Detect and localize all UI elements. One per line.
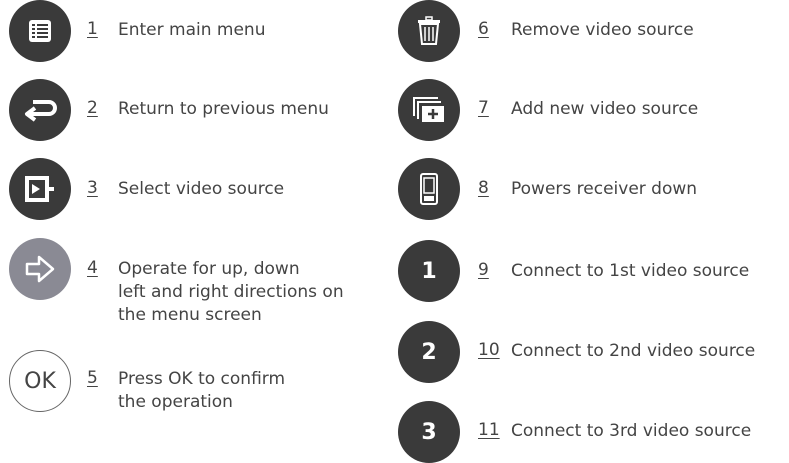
source-select-icon (9, 158, 71, 220)
legend-number-9: 9 (478, 260, 489, 280)
return-arrow-icon (9, 79, 71, 141)
source-1-glyph: 1 (421, 258, 437, 284)
legend-number-4: 4 (87, 258, 98, 278)
legend-label-9: Connect to 1st video source (511, 261, 750, 281)
receiver-power-icon (398, 158, 460, 220)
legend-label-4-line3: the menu screen (118, 305, 262, 325)
source-3-glyph: 3 (421, 419, 437, 445)
legend-label-1: Enter main menu (118, 20, 266, 40)
legend-number-3: 3 (87, 178, 98, 198)
legend-label-5-line2: the operation (118, 392, 233, 412)
source-2-glyph: 2 (421, 339, 437, 365)
legend-label-8: Powers receiver down (511, 179, 698, 199)
legend-number-8: 8 (478, 178, 489, 198)
ok-glyph: OK (24, 368, 56, 394)
legend-number-6: 6 (478, 19, 489, 39)
legend-label-7: Add new video source (511, 99, 699, 119)
add-source-icon (398, 79, 460, 141)
legend-label-2: Return to previous menu (118, 99, 329, 119)
legend-label-4-line1: Operate for up, down (118, 259, 300, 279)
source-2-icon: 2 (398, 321, 460, 383)
ok-icon: OK (9, 350, 71, 412)
source-3-icon: 3 (398, 401, 460, 463)
legend-label-10: Connect to 2nd video source (511, 341, 756, 361)
legend-label-3: Select video source (118, 179, 285, 199)
menu-list-icon (9, 0, 71, 62)
legend-number-11: 11 (478, 420, 500, 440)
trash-icon (398, 0, 460, 62)
legend-label-4-line2: left and right directions on (118, 282, 344, 302)
legend-number-2: 2 (87, 98, 98, 118)
legend-label-6: Remove video source (511, 20, 694, 40)
source-1-icon: 1 (398, 240, 460, 302)
legend-label-11: Connect to 3rd video source (511, 421, 752, 441)
legend-number-5: 5 (87, 368, 98, 388)
direction-arrow-icon (9, 238, 71, 300)
legend-number-1: 1 (87, 19, 98, 39)
legend-number-10: 10 (478, 340, 500, 360)
legend-label-5-line1: Press OK to confirm (118, 369, 286, 389)
legend-number-7: 7 (478, 98, 489, 118)
